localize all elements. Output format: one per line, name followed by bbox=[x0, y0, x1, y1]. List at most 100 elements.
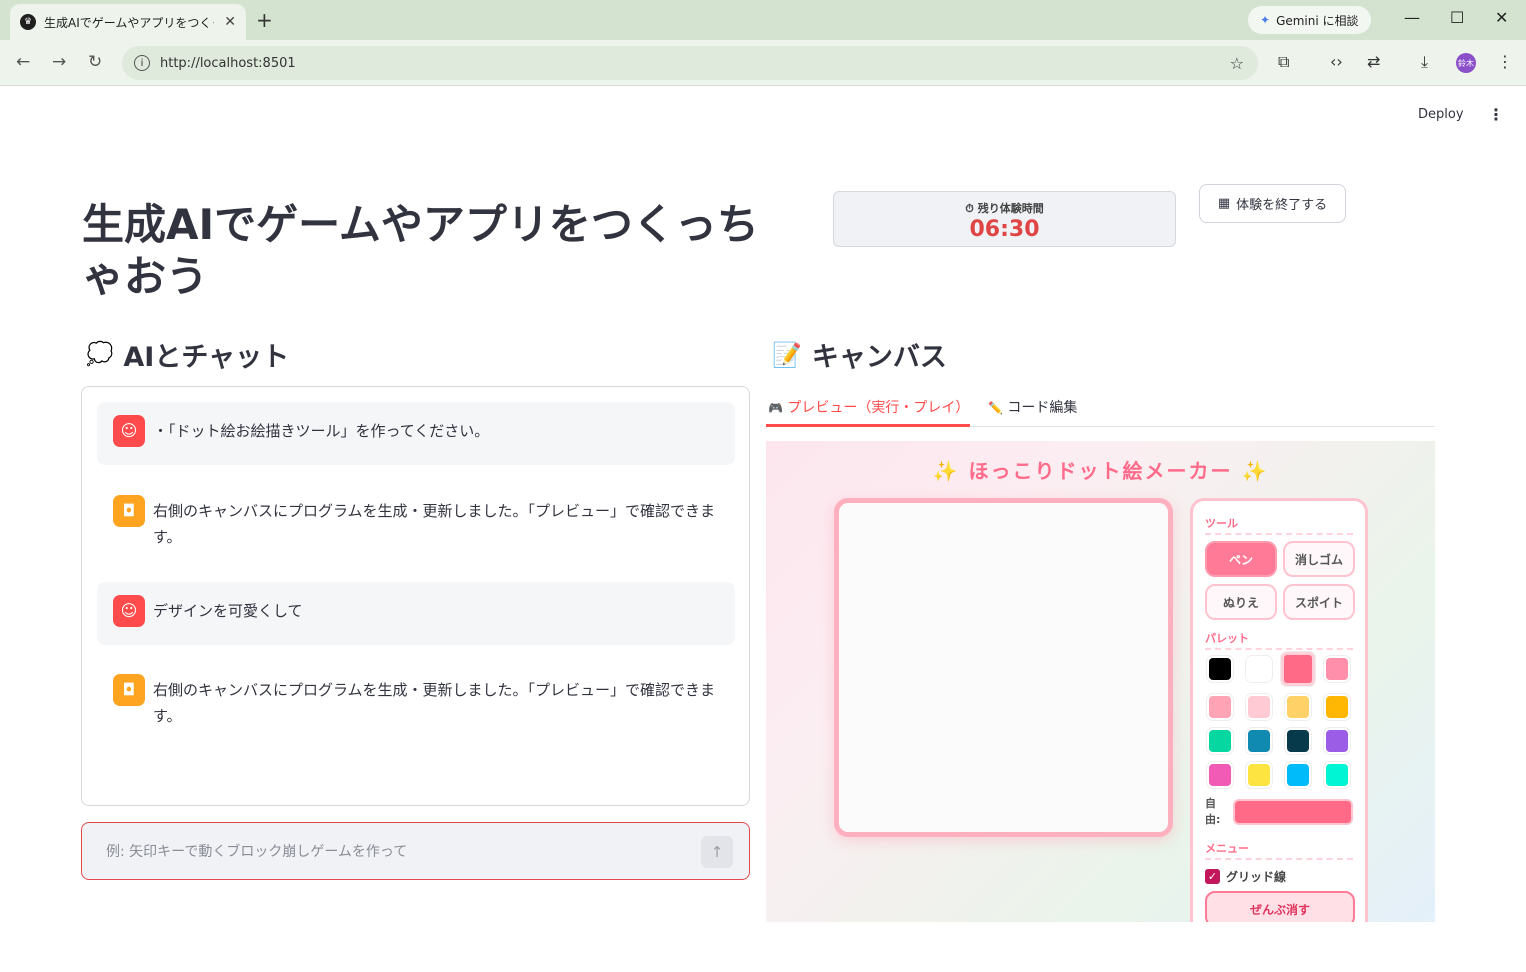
palette-swatch[interactable] bbox=[1324, 762, 1350, 788]
chat-message-assistant: ◘ 右側のキャンバスにプログラムを生成・更新しました。「プレビュー」で確認できま… bbox=[97, 482, 735, 566]
palette-swatch[interactable] bbox=[1246, 762, 1272, 788]
pixel-app-title-text: ほっこりドット絵メーカー bbox=[968, 459, 1233, 483]
minimize-icon[interactable]: — bbox=[1404, 8, 1420, 27]
profile-avatar[interactable]: 鈴木 bbox=[1456, 53, 1476, 73]
drawing-canvas[interactable] bbox=[834, 498, 1173, 837]
message-text: 右側のキャンバスにプログラムを生成・更新しました。「プレビュー」で確認できます。 bbox=[153, 502, 716, 546]
end-experience-button[interactable]: ▦ 体験を終了する bbox=[1199, 184, 1346, 223]
app-menu-icon[interactable]: ⋮ bbox=[1488, 105, 1504, 124]
active-tab-indicator bbox=[766, 424, 970, 427]
grid-toggle-label: グリッド線 bbox=[1226, 870, 1287, 884]
streamlit-favicon-icon: ♛ bbox=[20, 14, 36, 30]
translate-icon[interactable]: ⇄ bbox=[1367, 52, 1380, 71]
palette-swatch[interactable] bbox=[1324, 728, 1350, 754]
clear-all-button[interactable]: ぜんぶ消す bbox=[1205, 891, 1355, 922]
palette-section-label: パレット bbox=[1205, 630, 1353, 650]
bookmark-star-icon[interactable]: ☆ bbox=[1230, 54, 1244, 73]
maximize-icon[interactable]: ☐ bbox=[1450, 8, 1464, 27]
menu-section-label: メニュー bbox=[1205, 840, 1353, 860]
tab-code-edit-label: コード編集 bbox=[1007, 400, 1078, 416]
sparkle-icon: ✨ bbox=[1241, 459, 1269, 483]
chat-message-user: ☺ ・「ドット絵お絵描きツール」を作ってください。 bbox=[97, 402, 735, 465]
app-main: Deploy ⋮ 生成AIでゲームやアプリをつくっちゃおう ⏱ 残り体験時間 0… bbox=[0, 87, 1526, 972]
user-avatar-icon: ☺ bbox=[113, 595, 145, 627]
sparkle-icon: ✨ bbox=[932, 459, 960, 483]
assistant-bot-icon: ◘ bbox=[113, 495, 145, 527]
palette-swatch[interactable] bbox=[1285, 694, 1311, 720]
address-bar[interactable]: i http://localhost:8501 ☆ bbox=[122, 46, 1258, 80]
timer-card: ⏱ 残り体験時間 06:30 bbox=[833, 191, 1176, 247]
canvas-heading: 📝 キャンバス bbox=[772, 335, 947, 374]
canvas-tabs: 🎮 プレビュー（実行・プレイ） ✏️ コード編集 bbox=[766, 389, 1435, 427]
pen-tool-button[interactable]: ペン bbox=[1205, 541, 1277, 577]
url-text: http://localhost:8501 bbox=[160, 55, 296, 71]
close-window-icon[interactable]: ✕ bbox=[1495, 8, 1508, 27]
pencil-icon: ✏️ bbox=[988, 401, 1003, 415]
site-info-icon[interactable]: i bbox=[134, 55, 150, 71]
palette-swatch[interactable] bbox=[1207, 694, 1233, 720]
devtools-code-icon[interactable]: ‹› bbox=[1330, 52, 1343, 71]
palette-swatch[interactable] bbox=[1246, 656, 1272, 682]
timer-value: 06:30 bbox=[969, 217, 1040, 242]
chat-history[interactable]: ☺ ・「ドット絵お絵描きツール」を作ってください。 ◘ 右側のキャンバスにプログ… bbox=[81, 386, 750, 806]
tab-preview-label: プレビュー（実行・プレイ） bbox=[787, 400, 970, 416]
tab-preview[interactable]: 🎮 プレビュー（実行・プレイ） bbox=[768, 397, 969, 417]
palette-swatch[interactable] bbox=[1324, 694, 1350, 720]
chat-message-user: ☺ デザインを可愛くして bbox=[97, 582, 735, 645]
chat-heading: 💭 AIとチャット bbox=[86, 335, 289, 374]
back-icon[interactable]: ← bbox=[16, 52, 30, 72]
palette-swatch[interactable] bbox=[1285, 728, 1311, 754]
browser-tab-bar: ♛ 生成AIでゲームやアプリをつくっちゃお ✕ + ✦ Gemini に相談 —… bbox=[0, 0, 1526, 40]
chat-input-placeholder: 例: 矢印キーで動くブロック崩しゲームを作って bbox=[106, 844, 408, 860]
chat-input[interactable]: 例: 矢印キーで動くブロック崩しゲームを作って ↑ bbox=[81, 822, 750, 880]
close-tab-icon[interactable]: ✕ bbox=[224, 14, 236, 30]
browser-menu-icon[interactable]: ⋮ bbox=[1497, 52, 1513, 71]
reload-icon[interactable]: ↻ bbox=[88, 52, 102, 72]
grid-toggle[interactable]: ✓ グリッド線 bbox=[1205, 868, 1353, 885]
chat-heading-text: AIとチャット bbox=[123, 342, 290, 373]
gemini-label: Gemini に相談 bbox=[1276, 13, 1359, 28]
gemini-button[interactable]: ✦ Gemini に相談 bbox=[1248, 6, 1371, 34]
page-title: 生成AIでゲームやアプリをつくっちゃおう bbox=[82, 200, 759, 301]
forward-icon[interactable]: → bbox=[52, 52, 66, 72]
browser-tab[interactable]: ♛ 生成AIでゲームやアプリをつくっちゃお ✕ bbox=[10, 4, 246, 40]
palette-swatch[interactable] bbox=[1207, 656, 1233, 682]
color-palette bbox=[1205, 652, 1353, 788]
eraser-tool-button[interactable]: 消しゴム bbox=[1283, 541, 1355, 577]
memo-icon: 📝 bbox=[772, 340, 802, 369]
palette-swatch[interactable] bbox=[1285, 762, 1311, 788]
canvas-heading-text: キャンバス bbox=[811, 342, 947, 373]
checkered-flag-icon: ▦ bbox=[1217, 196, 1231, 211]
tools-section-label: ツール bbox=[1205, 515, 1353, 535]
chat-message-assistant: ◘ 右側のキャンバスにプログラムを生成・更新しました。「プレビュー」で確認できま… bbox=[97, 661, 735, 745]
free-color-label: 自由: bbox=[1205, 797, 1221, 826]
palette-swatch[interactable] bbox=[1246, 728, 1272, 754]
new-tab-icon[interactable]: + bbox=[256, 8, 273, 32]
thought-bubble-icon: 💭 bbox=[86, 342, 114, 367]
send-arrow-icon[interactable]: ↑ bbox=[701, 836, 733, 868]
message-text: ・「ドット絵お絵描きツール」を作ってください。 bbox=[153, 422, 490, 440]
eyedropper-tool-button[interactable]: スポイト bbox=[1283, 584, 1355, 620]
extensions-icon[interactable]: ⧉ bbox=[1278, 52, 1289, 72]
timer-label: ⏱ 残り体験時間 bbox=[965, 202, 1044, 215]
checkbox-checked-icon[interactable]: ✓ bbox=[1205, 869, 1220, 884]
game-controller-icon: 🎮 bbox=[768, 401, 783, 415]
gemini-sparkle-icon: ✦ bbox=[1260, 13, 1271, 27]
tab-code-edit[interactable]: ✏️ コード編集 bbox=[988, 397, 1077, 417]
message-text: デザインを可愛くして bbox=[153, 602, 303, 620]
palette-swatch[interactable] bbox=[1324, 656, 1350, 682]
pixel-app-title: ✨ ほっこりドット絵メーカー ✨ bbox=[766, 455, 1435, 484]
free-color-row: 自由: bbox=[1205, 796, 1353, 828]
fill-tool-button[interactable]: ぬりえ bbox=[1205, 584, 1277, 620]
palette-swatch[interactable] bbox=[1207, 728, 1233, 754]
free-color-picker[interactable] bbox=[1233, 799, 1353, 825]
preview-iframe: ✨ ほっこりドット絵メーカー ✨ ツール ペン 消しゴム ぬりえ スポイト パレ… bbox=[766, 441, 1435, 922]
palette-swatch[interactable] bbox=[1281, 652, 1315, 686]
tab-title: 生成AIでゲームやアプリをつくっちゃお bbox=[44, 15, 214, 30]
tool-buttons: ペン 消しゴム ぬりえ スポイト bbox=[1205, 541, 1355, 620]
message-text: 右側のキャンバスにプログラムを生成・更新しました。「プレビュー」で確認できます。 bbox=[153, 681, 716, 725]
deploy-button[interactable]: Deploy bbox=[1418, 107, 1464, 122]
palette-swatch[interactable] bbox=[1207, 762, 1233, 788]
palette-swatch[interactable] bbox=[1246, 694, 1272, 720]
download-icon[interactable]: ⤓ bbox=[1421, 52, 1428, 72]
